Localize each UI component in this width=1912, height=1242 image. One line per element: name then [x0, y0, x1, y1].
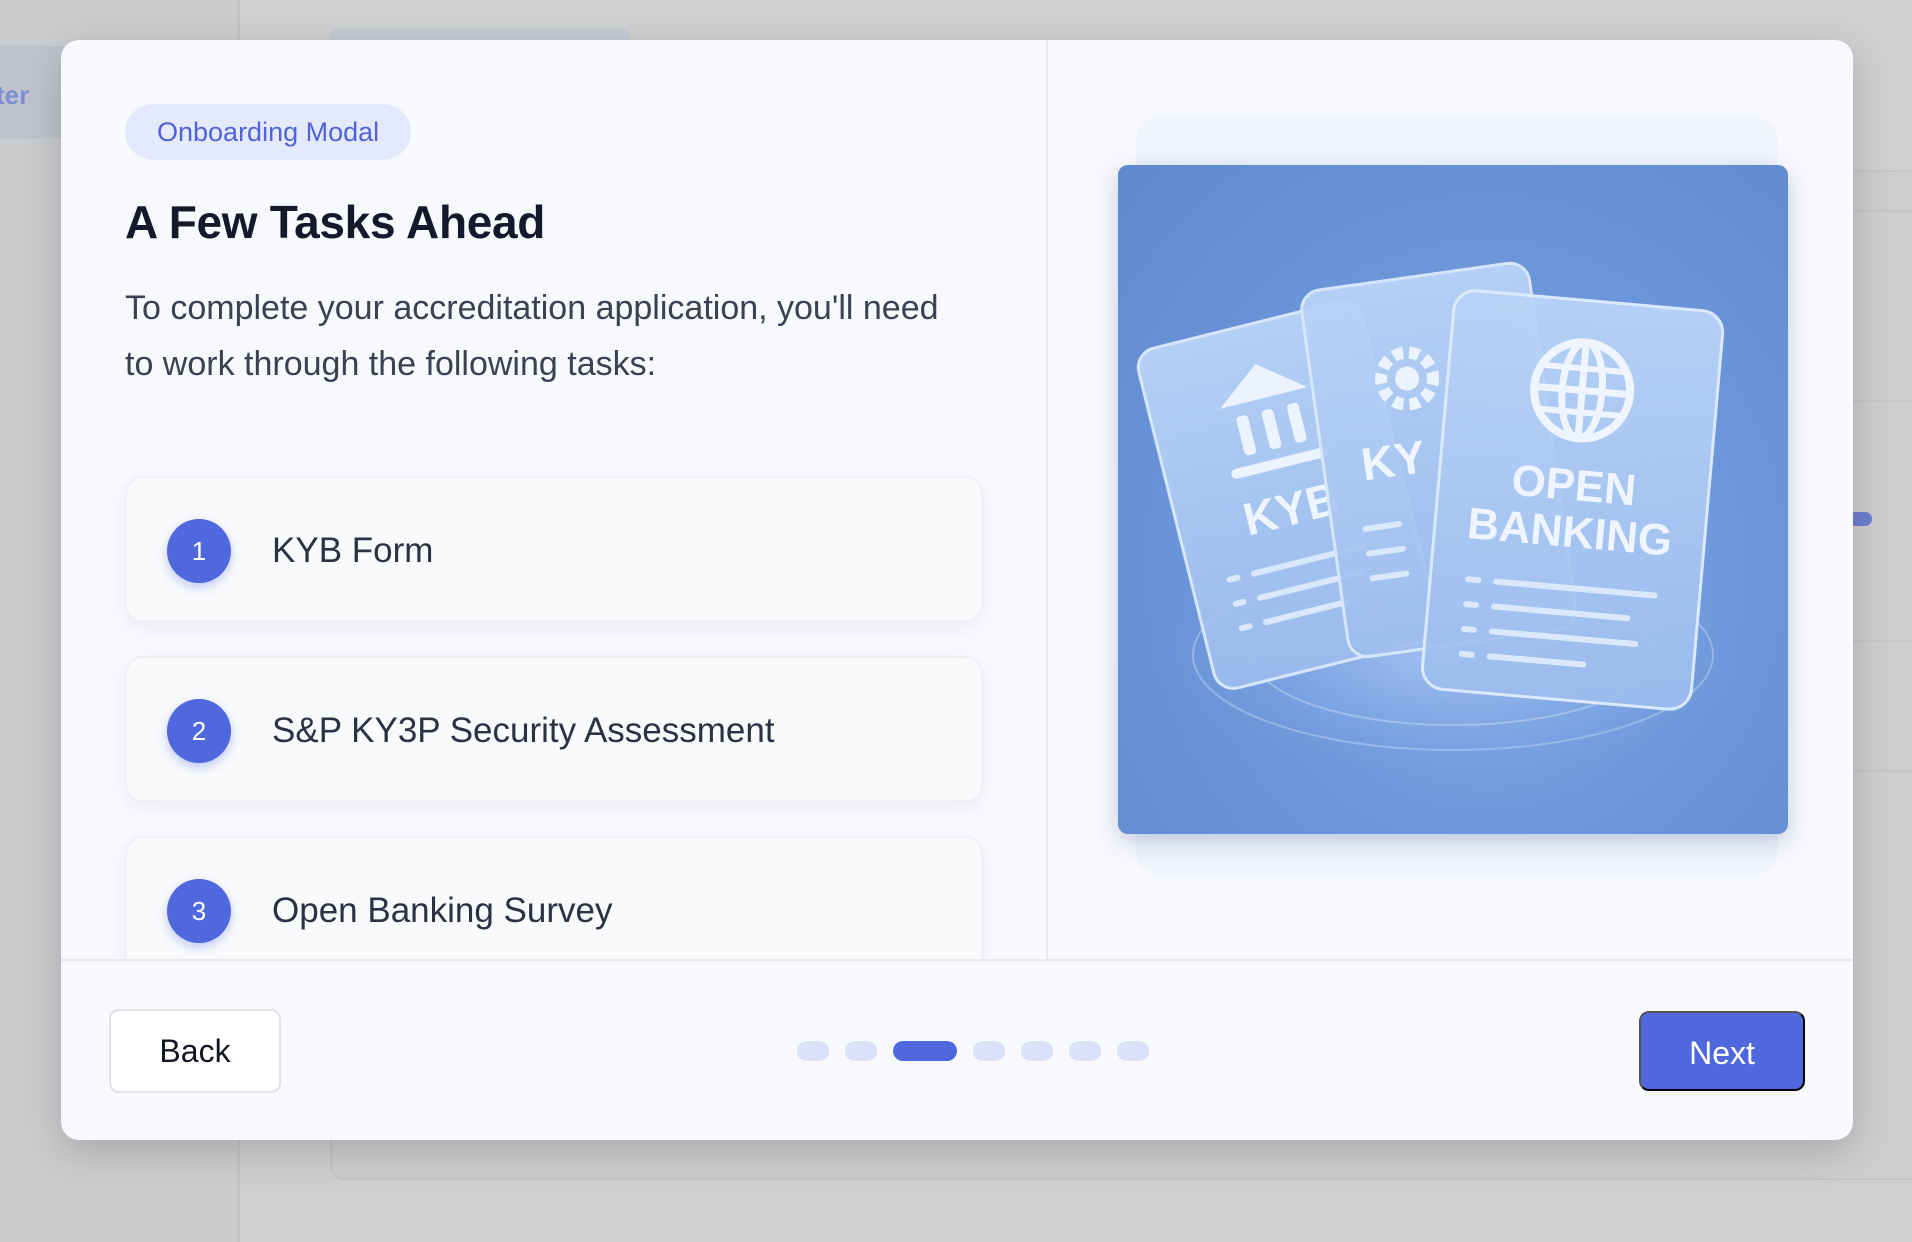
globe-icon [1530, 338, 1635, 443]
modal-title: A Few Tasks Ahead [125, 196, 546, 248]
step-dot[interactable] [1069, 1041, 1101, 1061]
onboarding-modal: Onboarding Modal A Few Tasks Ahead To co… [61, 40, 1853, 1140]
documents-illustration: KYB KY OPEN BANKING [1136, 261, 1753, 775]
task-label: Open Banking Survey [272, 891, 613, 930]
task-label: S&P KY3P Security Assessment [272, 711, 775, 750]
step-dot[interactable] [1117, 1041, 1149, 1061]
step-dot[interactable] [973, 1041, 1005, 1061]
ky3p-card-text: KY [1358, 430, 1429, 490]
task-number-badge: 1 [167, 519, 231, 583]
step-dot[interactable] [797, 1041, 829, 1061]
task-number-badge: 3 [167, 879, 231, 943]
task-item: 3 Open Banking Survey [125, 836, 983, 959]
step-dot-active[interactable] [893, 1041, 957, 1061]
task-item: 2 S&P KY3P Security Assessment [125, 656, 983, 802]
task-item: 1 KYB Form [125, 476, 983, 622]
step-dot[interactable] [1021, 1041, 1053, 1061]
next-button[interactable]: Next [1639, 1011, 1805, 1091]
task-list: 1 KYB Form 2 S&P KY3P Security Assessmen… [125, 476, 983, 959]
open-banking-card: OPEN BANKING [1420, 289, 1725, 711]
modal-illustration-pane: KYB KY OPEN BANKING [1050, 40, 1853, 959]
tasks-illustration: KYB KY OPEN BANKING [1118, 165, 1788, 834]
task-number-badge: 2 [167, 699, 231, 763]
task-label: KYB Form [272, 531, 434, 570]
modal-badge: Onboarding Modal [125, 104, 412, 160]
back-button[interactable]: Back [109, 1009, 281, 1093]
modal-content-pane: Onboarding Modal A Few Tasks Ahead To co… [61, 40, 1048, 959]
modal-footer: Back Next [61, 959, 1853, 1140]
step-indicator [797, 1041, 1149, 1061]
background-sidebar-item: ter [0, 46, 70, 138]
modal-description: To complete your accreditation applicati… [125, 289, 939, 383]
step-dot[interactable] [845, 1041, 877, 1061]
